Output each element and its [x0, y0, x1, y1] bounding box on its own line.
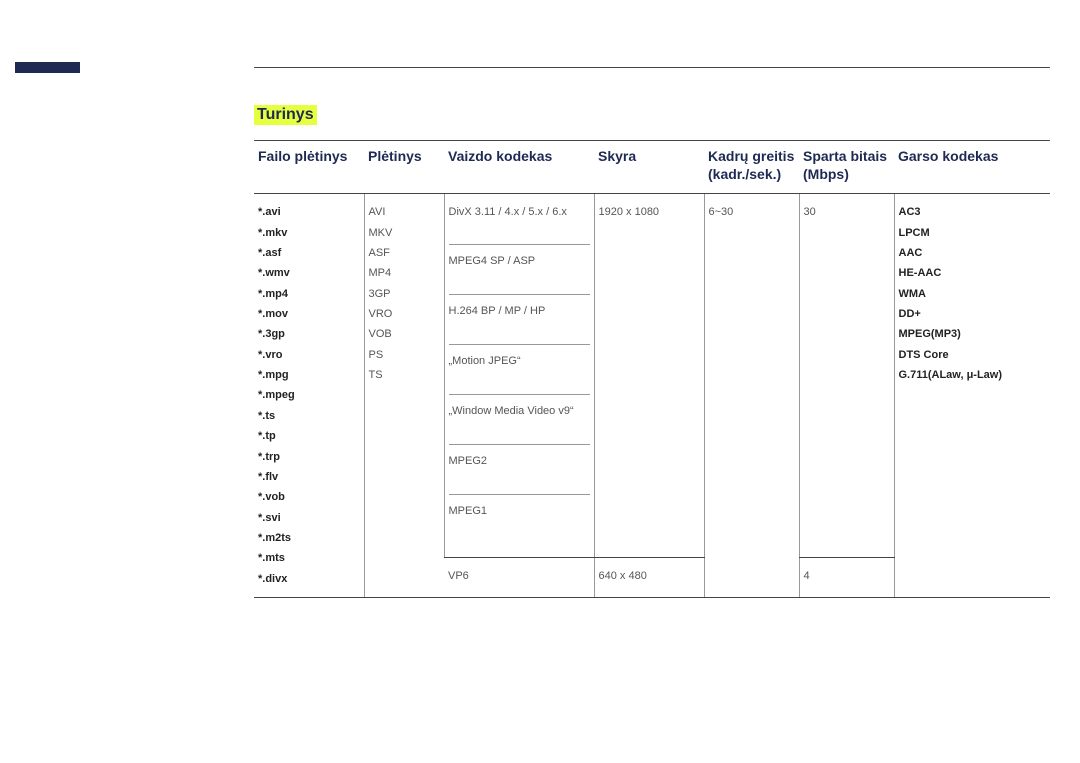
top-rule [254, 67, 1050, 68]
th-container: Plėtinys [364, 141, 444, 194]
th-resolution: Skyra [594, 141, 704, 194]
th-acodec: Garso kodekas [894, 141, 1050, 194]
table-header-row: Failo plėtinys Plėtinys Vaizdo kodekas S… [254, 141, 1050, 194]
th-vcodec: Vaizdo kodekas [444, 141, 594, 194]
codec-table: Failo plėtinys Plėtinys Vaizdo kodekas S… [254, 140, 1050, 598]
cell-bps-vp6: 4 [799, 558, 894, 597]
cell-vcodec-vp6: VP6 [444, 558, 594, 597]
cell-bps-main: 30 [799, 194, 894, 558]
cell-fps: 6~30 [704, 194, 799, 598]
cell-res-vp6: 640 x 480 [594, 558, 704, 597]
cell-acodec: AC3LPCMAACHE-AACWMADD+MPEG(MP3)DTS CoreG… [894, 194, 1050, 598]
cell-file-ext: *.avi*.mkv*.asf*.wmv*.mp4*.mov*.3gp*.vro… [254, 194, 364, 598]
top-color-tab [15, 62, 80, 73]
th-bps: Sparta bitais (Mbps) [799, 141, 894, 194]
th-fps: Kadrų greitis (kadr./sek.) [704, 141, 799, 194]
cell-vcodec-main: DivX 3.11 / 4.x / 5.x / 6.xMPEG4 SP / AS… [444, 194, 594, 558]
section-heading: Turinys [254, 105, 317, 125]
th-file-ext: Failo plėtinys [254, 141, 364, 194]
cell-container: AVIMKVASFMP43GPVROVOBPSTS [364, 194, 444, 598]
table-row: *.avi*.mkv*.asf*.wmv*.mp4*.mov*.3gp*.vro… [254, 194, 1050, 558]
cell-res-main: 1920 x 1080 [594, 194, 704, 558]
